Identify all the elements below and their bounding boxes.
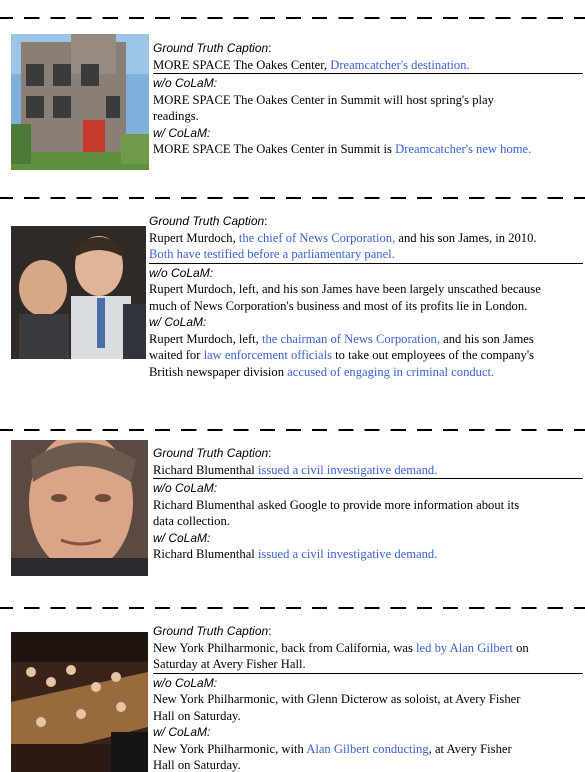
caption-line: New York Philharmonic, with Glenn Dicter… <box>153 691 583 708</box>
with-colam-caption: Rupert Murdoch, left, the chairman of Ne… <box>149 331 583 381</box>
caption-text: New York Philharmonic, with <box>153 741 307 756</box>
caption-line: MORE SPACE The Oakes Center in Summit is… <box>153 141 583 158</box>
with-colam-label: w/ CoLaM: <box>149 315 207 329</box>
caption-text: MORE SPACE The Oakes Center in Summit wi… <box>153 92 494 107</box>
without-colam-caption: MORE SPACE The Oakes Center in Summit wi… <box>153 92 583 125</box>
caption-text: to take out employees of the company's <box>332 348 534 362</box>
caption-line: Saturday at Avery Fisher Hall. <box>153 656 583 673</box>
highlighted-phrase: Dreamcatcher's destination. <box>330 57 470 72</box>
caption-line: readings. <box>153 108 583 125</box>
separator-dashed <box>0 607 585 609</box>
caption-text: waited for <box>149 348 204 362</box>
caption-line: Hall on Saturday. <box>153 708 583 725</box>
caption-text: British newspaper division <box>149 364 288 379</box>
caption-line: waited for law enforcement officials to … <box>149 347 583 364</box>
caption-line: Rupert Murdoch, left, and his son James … <box>149 281 583 298</box>
caption-line: Richard Blumenthal issued a civil invest… <box>153 462 583 479</box>
separator-dashed <box>0 197 585 199</box>
ground-truth-caption: Rupert Murdoch, the chief of News Corpor… <box>149 230 583 264</box>
example-image-orchestra <box>11 632 148 772</box>
without-colam-caption: Richard Blumenthal asked Google to provi… <box>153 497 583 530</box>
with-colam-label: w/ CoLaM: <box>153 725 211 739</box>
caption-line: Both have testified before a parliamenta… <box>149 246 583 263</box>
ground-truth-caption: MORE SPACE The Oakes Center, Dreamcatche… <box>153 57 583 74</box>
caption-text: New York Philharmonic, back from Califor… <box>153 640 417 655</box>
caption-block-3: Ground Truth Caption: Richard Blumenthal… <box>153 445 583 563</box>
caption-block-1: Ground Truth Caption: MORE SPACE The Oak… <box>153 40 583 158</box>
caption-line: New York Philharmonic, with Alan Gilbert… <box>153 741 583 758</box>
caption-line: Rupert Murdoch, the chief of News Corpor… <box>149 230 583 247</box>
highlighted-phrase: Both have testified before a parliamenta… <box>149 247 395 261</box>
caption-line: British newspaper division accused of en… <box>149 364 583 381</box>
caption-line: Rupert Murdoch, left, the chairman of Ne… <box>149 331 583 348</box>
caption-line: data collection. <box>153 513 583 530</box>
ground-truth-label: Ground Truth Caption: <box>153 624 272 638</box>
caption-line: Hall on Saturday. <box>153 757 583 772</box>
highlighted-phrase: Dreamcatcher's new home. <box>395 142 532 156</box>
example-image-portrait <box>11 440 148 576</box>
caption-line: Richard Blumenthal issued a civil invest… <box>153 546 583 563</box>
highlighted-phrase: issued a civil investigative demand. <box>257 547 438 561</box>
with-colam-caption: Richard Blumenthal issued a civil invest… <box>153 546 583 563</box>
caption-line: MORE SPACE The Oakes Center, Dreamcatche… <box>153 57 583 74</box>
ground-truth-label: Ground Truth Caption: <box>149 214 268 228</box>
ground-truth-label: Ground Truth Caption: <box>153 446 272 460</box>
caption-text: Rupert Murdoch, left, and his son James … <box>149 282 541 296</box>
highlighted-phrase: led by Alan Gilbert <box>416 640 513 655</box>
highlighted-phrase: law enforcement officials <box>203 348 333 362</box>
highlighted-phrase: the chief of News Corporation, <box>238 230 396 245</box>
separator-dashed <box>0 429 585 431</box>
caption-text: MORE SPACE The Oakes Center, <box>153 57 331 72</box>
caption-text: Richard Blumenthal asked Google to provi… <box>153 497 520 512</box>
with-colam-caption: MORE SPACE The Oakes Center in Summit is… <box>153 141 583 158</box>
caption-text: Rupert Murdoch, <box>149 230 239 245</box>
caption-text: data collection. <box>153 514 230 528</box>
caption-text: much of News Corporation's business and … <box>149 298 528 313</box>
highlighted-phrase: Alan Gilbert conducting <box>306 741 429 756</box>
example-image-two-men <box>11 226 146 359</box>
caption-line: MORE SPACE The Oakes Center in Summit wi… <box>153 92 583 109</box>
highlighted-phrase: the chairman of News Corporation, <box>261 331 440 346</box>
caption-text: and his son James, in 2010. <box>395 230 537 245</box>
caption-text: Hall on Saturday. <box>153 708 241 723</box>
caption-block-4: Ground Truth Caption: New York Philharmo… <box>153 623 583 772</box>
caption-text: Richard Blumenthal <box>153 547 258 561</box>
caption-text: and his son James <box>439 331 534 346</box>
caption-line: New York Philharmonic, back from Califor… <box>153 640 583 657</box>
highlighted-phrase: accused of engaging in criminal conduct. <box>287 364 495 379</box>
caption-text: , at Avery Fisher <box>428 741 512 756</box>
ground-truth-caption: Richard Blumenthal issued a civil invest… <box>153 462 583 479</box>
caption-text: Saturday at Avery Fisher Hall. <box>153 657 306 671</box>
separator-dashed <box>0 17 585 19</box>
without-colam-label: w/o CoLaM: <box>153 675 218 690</box>
caption-block-2: Ground Truth Caption: Rupert Murdoch, th… <box>149 213 583 380</box>
with-colam-label: w/ CoLaM: <box>153 125 211 140</box>
example-image-building <box>11 34 149 170</box>
without-colam-caption: Rupert Murdoch, left, and his son James … <box>149 281 583 314</box>
caption-text: MORE SPACE The Oakes Center in Summit is <box>153 142 396 156</box>
with-colam-label: w/ CoLaM: <box>153 530 211 545</box>
caption-text: Hall on Saturday. <box>153 758 241 772</box>
without-colam-label: w/o CoLaM: <box>153 481 218 495</box>
with-colam-caption: New York Philharmonic, with Alan Gilbert… <box>153 741 583 772</box>
without-colam-label: w/o CoLaM: <box>153 76 218 90</box>
caption-text: New York Philharmonic, with Glenn Dicter… <box>153 692 521 706</box>
caption-line: Richard Blumenthal asked Google to provi… <box>153 497 583 514</box>
without-colam-caption: New York Philharmonic, with Glenn Dicter… <box>153 691 583 724</box>
caption-text: readings. <box>153 109 199 123</box>
caption-text: on <box>512 640 529 655</box>
caption-text: Rupert Murdoch, left, <box>149 331 262 346</box>
ground-truth-label: Ground Truth Caption: <box>153 41 272 55</box>
caption-line: much of News Corporation's business and … <box>149 298 583 315</box>
without-colam-label: w/o CoLaM: <box>149 265 214 280</box>
ground-truth-caption: New York Philharmonic, back from Califor… <box>153 640 583 674</box>
caption-text: Richard Blumenthal <box>153 462 258 477</box>
highlighted-phrase: issued a civil investigative demand. <box>257 462 438 477</box>
